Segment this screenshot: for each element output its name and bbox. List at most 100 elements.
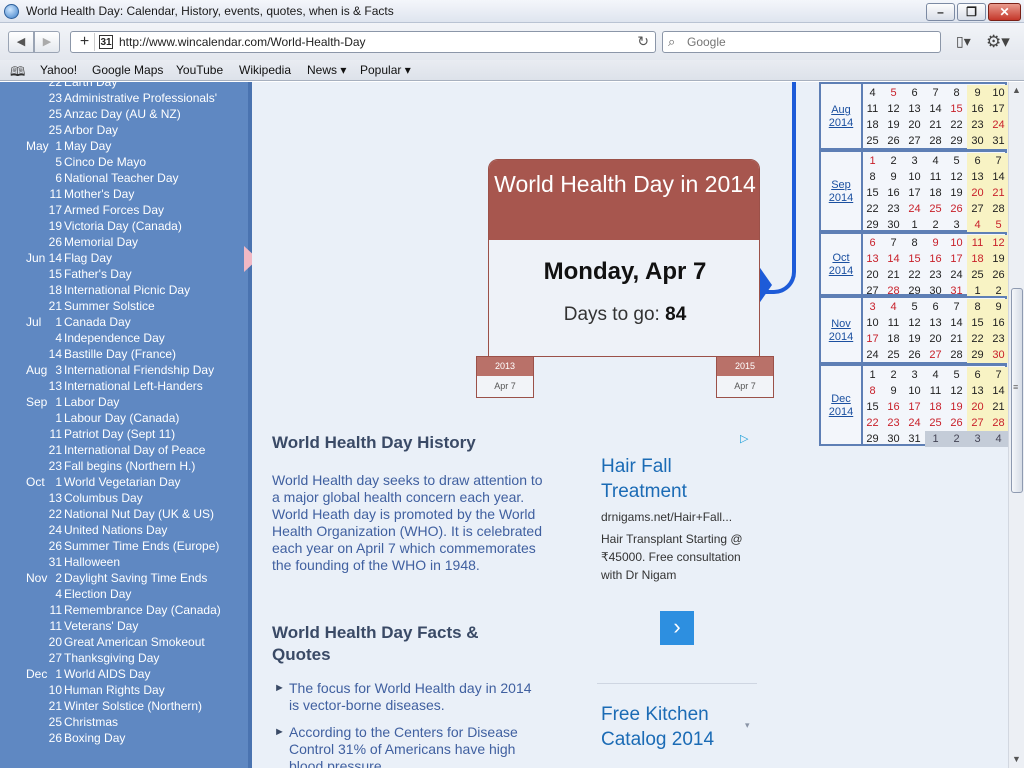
calendar-day[interactable]: 22	[946, 117, 967, 133]
calendar-day[interactable]: 24	[988, 117, 1009, 133]
holiday-name[interactable]: Remembrance Day (Canada)	[64, 602, 221, 618]
vertical-scrollbar[interactable]: ▲ ≡ ▼	[1008, 82, 1024, 768]
calendar-day[interactable]: 5	[883, 85, 904, 101]
holiday-name[interactable]: Thanksgiving Day	[64, 650, 159, 666]
holiday-item[interactable]: 18 International Picnic Day	[0, 282, 248, 298]
calendar-day[interactable]: 5	[946, 153, 967, 169]
calendar-day[interactable]: 26	[946, 201, 967, 217]
calendar-day[interactable]: 14	[925, 101, 946, 117]
calendar-day[interactable]: 17	[862, 331, 883, 347]
calendar-day[interactable]: 21	[988, 185, 1009, 201]
calendar-day[interactable]: 30	[988, 347, 1009, 363]
chevron-down-icon[interactable]: ▾	[745, 720, 750, 731]
calendar-day[interactable]: 15	[862, 399, 883, 415]
search-box[interactable]: ⌕	[662, 31, 941, 53]
holiday-name[interactable]: Patriot Day (Sept 11)	[64, 426, 175, 442]
holiday-name[interactable]: Flag Day	[64, 250, 112, 266]
month-link[interactable]: Dec 2014	[821, 393, 861, 419]
calendar-day[interactable]: 4	[967, 217, 988, 233]
calendar-day[interactable]: 22	[904, 267, 925, 283]
holiday-name[interactable]: Anzac Day (AU & NZ)	[64, 106, 181, 122]
calendar-day[interactable]: 5	[904, 299, 925, 315]
calendar-day[interactable]: 14	[988, 383, 1009, 399]
holiday-item[interactable]: Jul 1 Canada Day	[0, 314, 248, 330]
holiday-name[interactable]: Halloween	[64, 554, 120, 570]
holiday-name[interactable]: Christmas	[64, 714, 118, 730]
calendar-day[interactable]: 12	[988, 235, 1009, 251]
holiday-item[interactable]: 13 International Left-Handers	[0, 378, 248, 394]
holiday-item[interactable]: 23 Fall begins (Northern H.)	[0, 458, 248, 474]
calendar-day[interactable]: 8	[904, 235, 925, 251]
calendar-day[interactable]: 2	[883, 367, 904, 383]
address-bar[interactable]: + 31 http://www.wincalendar.com/World-He…	[70, 31, 656, 53]
holiday-name[interactable]: Fall begins (Northern H.)	[64, 458, 195, 474]
holiday-item[interactable]: Oct 1 World Vegetarian Day	[0, 474, 248, 490]
calendar-day[interactable]: 21	[946, 331, 967, 347]
month-link[interactable]: Aug 2014	[821, 104, 861, 130]
calendar-day[interactable]: 8	[862, 169, 883, 185]
calendar-day[interactable]: 28	[988, 415, 1009, 431]
calendar-day[interactable]: 17	[904, 399, 925, 415]
search-input[interactable]	[687, 34, 927, 50]
holiday-item[interactable]: 19 Victoria Day (Canada)	[0, 218, 248, 234]
maximize-button[interactable]: ❐	[957, 3, 986, 21]
holiday-item[interactable]: 13 Columbus Day	[0, 490, 248, 506]
holiday-item[interactable]: Dec 1 World AIDS Day	[0, 666, 248, 682]
calendar-day[interactable]: 19	[883, 117, 904, 133]
calendar-day[interactable]: 20	[967, 399, 988, 415]
calendar-day[interactable]: 19	[946, 399, 967, 415]
next-year-tab[interactable]: 2015 Apr 7	[716, 356, 774, 398]
calendar-day[interactable]: 17	[988, 101, 1009, 117]
calendar-day[interactable]: 23	[988, 331, 1009, 347]
calendar-day[interactable]: 31	[988, 133, 1009, 149]
close-button[interactable]: ✕	[988, 3, 1021, 21]
holiday-name[interactable]: United Nations Day	[64, 522, 167, 538]
ad-title[interactable]: Hair Fall Treatment	[601, 454, 761, 504]
holiday-item[interactable]: 21 International Day of Peace	[0, 442, 248, 458]
calendar-day[interactable]: 23	[925, 267, 946, 283]
minimize-button[interactable]: –	[926, 3, 955, 21]
calendar-day[interactable]: 18	[925, 399, 946, 415]
calendar-day[interactable]: 14	[988, 169, 1009, 185]
calendar-day[interactable]: 7	[988, 153, 1009, 169]
holiday-item[interactable]: 25 Arbor Day	[0, 122, 248, 138]
calendar-day[interactable]: 21	[883, 267, 904, 283]
calendar-day[interactable]: 24	[904, 415, 925, 431]
calendar-day[interactable]: 30	[883, 217, 904, 233]
holiday-name[interactable]: International Picnic Day	[64, 282, 190, 298]
bookmark-youtube[interactable]: YouTube	[176, 63, 223, 77]
holiday-item[interactable]: 1 Labour Day (Canada)	[0, 410, 248, 426]
holiday-item[interactable]: 25 Anzac Day (AU & NZ)	[0, 106, 248, 122]
calendar-day[interactable]: 7	[883, 235, 904, 251]
calendar-day[interactable]: 8	[946, 85, 967, 101]
holiday-item[interactable]: 22 Earth Day	[0, 82, 248, 90]
calendar-day[interactable]: 15	[946, 101, 967, 117]
calendar-day[interactable]: 28	[925, 133, 946, 149]
holiday-name[interactable]: Victoria Day (Canada)	[64, 218, 182, 234]
calendar-day[interactable]: 25	[862, 133, 883, 149]
calendar-day[interactable]: 23	[967, 117, 988, 133]
calendar-day[interactable]: 11	[883, 315, 904, 331]
kitchen-catalog-ad[interactable]: Free Kitchen Catalog 2014 ▾	[597, 683, 757, 768]
calendar-day[interactable]: 21	[925, 117, 946, 133]
calendar-day[interactable]: 8	[862, 383, 883, 399]
calendar-day[interactable]: 25	[925, 201, 946, 217]
calendar-day[interactable]: 20	[967, 185, 988, 201]
calendar-day[interactable]: 19	[946, 185, 967, 201]
calendar-day[interactable]: 11	[925, 383, 946, 399]
holiday-name[interactable]: Father's Day	[64, 266, 132, 282]
holiday-name[interactable]: Arbor Day	[64, 122, 118, 138]
holiday-name[interactable]: Election Day	[64, 586, 131, 602]
calendar-day[interactable]: 2	[946, 431, 967, 447]
holiday-item[interactable]: 20 Great American Smokeout	[0, 634, 248, 650]
calendar-day[interactable]: 24	[946, 267, 967, 283]
calendar-day[interactable]: 17	[946, 251, 967, 267]
holiday-item[interactable]: 6 National Teacher Day	[0, 170, 248, 186]
calendar-day[interactable]: 11	[925, 169, 946, 185]
calendar-day[interactable]: 3	[946, 217, 967, 233]
calendar-day[interactable]: 27	[904, 133, 925, 149]
calendar-day[interactable]: 6	[904, 85, 925, 101]
calendar-day[interactable]: 25	[883, 347, 904, 363]
calendar-day[interactable]: 23	[883, 201, 904, 217]
calendar-day[interactable]: 8	[967, 299, 988, 315]
